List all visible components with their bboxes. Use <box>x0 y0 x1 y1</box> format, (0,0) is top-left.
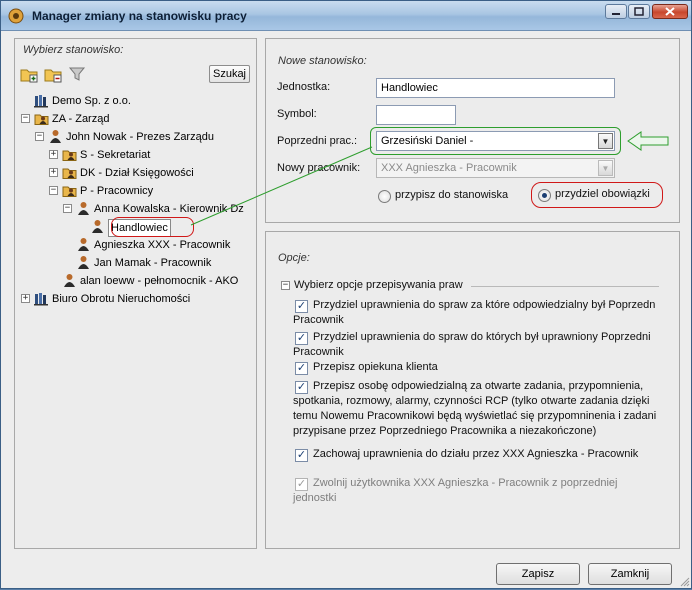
main-window: Manager zmiany na stanowisku pracy Wybie… <box>0 0 692 589</box>
annotation-arrows <box>190 131 669 226</box>
